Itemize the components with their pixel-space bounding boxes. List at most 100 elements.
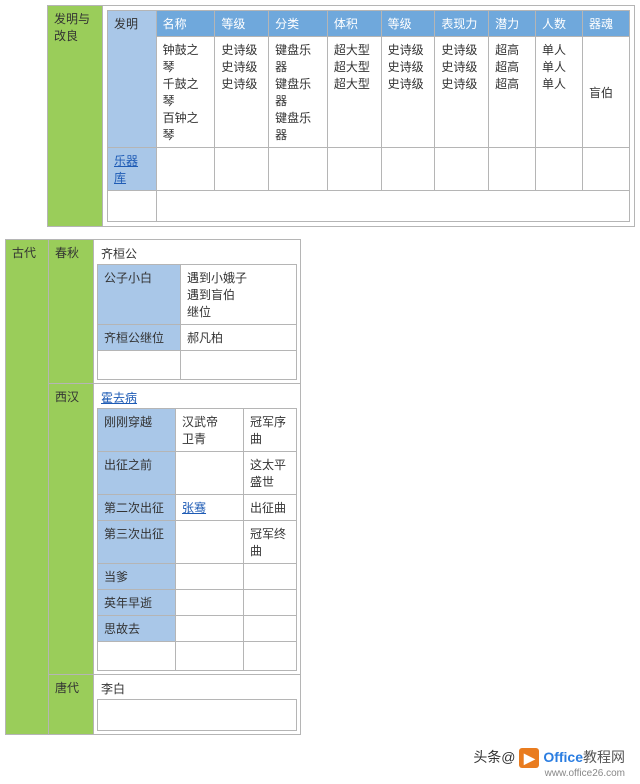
empty (381, 148, 435, 191)
chunqiu-table: 公子小白 遇到小娥子 遇到盲伯 继位 齐桓公继位 郝凡柏 (97, 264, 297, 380)
col-potential: 潜力 (489, 11, 536, 37)
empty (156, 148, 215, 191)
gongzi-label: 公子小白 (98, 265, 181, 325)
r3-pot: 超高 (495, 77, 519, 91)
r3-ex: 史诗级 (441, 77, 477, 91)
footer-brand1: Office (543, 749, 583, 765)
empty (435, 148, 489, 191)
event1: 遇到小娥子 (187, 271, 247, 285)
r3-pe: 单人 (542, 77, 566, 91)
chunqiu-title: 齐桓公 (97, 243, 297, 264)
xh-r4-c2 (176, 521, 244, 564)
col-category: 分类 (269, 11, 328, 37)
tangdai-label: 唐代 (49, 675, 94, 735)
r1-g2: 史诗级 (388, 43, 424, 57)
col-name: 名称 (156, 11, 215, 37)
xh-r1-c2: 汉武帝 卫青 (176, 409, 244, 452)
r2-pot: 超高 (495, 60, 519, 74)
col-people: 人数 (536, 11, 583, 37)
empty (176, 642, 244, 671)
footer-prefix: 头条@ (473, 749, 515, 765)
r1-pe: 单人 (542, 43, 566, 57)
xh-r7-c1: 思故去 (98, 616, 176, 642)
xh-r6-c1: 英年早逝 (98, 590, 176, 616)
instrument-library-link-cell: 乐器库 (108, 148, 157, 191)
r1-grade: 史诗级 (221, 43, 257, 57)
cell-grade2: 史诗级 史诗级 史诗级 (381, 37, 435, 148)
zhangqian-link[interactable]: 张骞 (182, 501, 206, 515)
footer-url: www.office26.com (5, 768, 625, 779)
ancient-section: 古代 春秋 齐桓公 公子小白 遇到小娥子 遇到盲伯 继位 齐桓公继位 郝凡柏 (5, 239, 301, 735)
empty (181, 351, 297, 380)
invention-content-cell: 发明 名称 等级 分类 体积 等级 表现力 潜力 人数 器魂 钟鼓之琴 千鼓之琴… (103, 6, 635, 227)
xihan-content: 霍去病 刚刚穿越 汉武帝 卫青 冠军序曲 出征之前 这太平盛世 第二次出征 张骞… (94, 384, 301, 675)
xh-r2-c1: 出征之前 (98, 452, 176, 495)
cell-r1c1: 钟鼓之琴 千鼓之琴 百钟之琴 (156, 37, 215, 148)
r3-cat: 键盘乐器 (275, 111, 311, 142)
event2: 遇到盲伯 (187, 288, 235, 302)
col-express: 表现力 (435, 11, 489, 37)
cell-people: 单人 单人 单人 (536, 37, 583, 148)
tangdai-table (97, 699, 297, 731)
r2-soul: 盲伯 (589, 86, 613, 100)
event3: 继位 (187, 305, 211, 319)
empty (582, 148, 629, 191)
empty (536, 148, 583, 191)
empty (327, 148, 381, 191)
huoqubing-link[interactable]: 霍去病 (101, 391, 137, 405)
xh-r6-c3 (244, 590, 297, 616)
r3-grade: 史诗级 (221, 77, 257, 91)
r3-g2: 史诗级 (388, 77, 424, 91)
chunqiu-content: 齐桓公 公子小白 遇到小娥子 遇到盲伯 继位 齐桓公继位 郝凡柏 (94, 240, 301, 384)
xh-r3-c2: 张骞 (176, 495, 244, 521)
cell-express: 史诗级 史诗级 史诗级 (435, 37, 489, 148)
xh-r3-c1: 第二次出征 (98, 495, 176, 521)
r3-name: 百钟之琴 (163, 111, 199, 142)
invention-label: 发明 (108, 11, 157, 148)
cell-soul: 盲伯 (582, 37, 629, 148)
col-grade2: 等级 (381, 11, 435, 37)
r2-pe: 单人 (542, 60, 566, 74)
tangdai-content: 李白 (94, 675, 301, 735)
empty (98, 700, 297, 731)
cell-pot: 超高 超高 超高 (489, 37, 536, 148)
r2-cat: 键盘乐器 (275, 77, 311, 108)
xh-r2-c2 (176, 452, 244, 495)
instrument-library-link[interactable]: 乐器库 (114, 154, 138, 185)
xh-r4-c1: 第三次出征 (98, 521, 176, 564)
r2-vol: 超大型 (334, 60, 370, 74)
empty (215, 148, 269, 191)
section-label-invention: 发明与改良 (48, 6, 103, 227)
r1-ex: 史诗级 (441, 43, 477, 57)
footer-brand2: 教程网 (583, 749, 625, 765)
xihan-label: 西汉 (49, 384, 94, 675)
empty (489, 148, 536, 191)
col-grade: 等级 (215, 11, 269, 37)
office-icon: ▶ (519, 748, 539, 768)
r1-pot: 超高 (495, 43, 519, 57)
xh-r1-c3: 冠军序曲 (244, 409, 297, 452)
xh-r4-c3: 冠军终曲 (244, 521, 297, 564)
jiwei-value: 郝凡柏 (181, 325, 297, 351)
invention-header-row: 发明 名称 等级 分类 体积 等级 表现力 潜力 人数 器魂 钟鼓之琴 千鼓之琴… (107, 10, 630, 222)
empty (244, 642, 297, 671)
xh-r6-c2 (176, 590, 244, 616)
gudai-label: 古代 (6, 240, 49, 735)
r2-name: 千鼓之琴 (163, 77, 199, 108)
xh-r3-c3: 出征曲 (244, 495, 297, 521)
xh-r7-c2 (176, 616, 244, 642)
xihan-table: 刚刚穿越 汉武帝 卫青 冠军序曲 出征之前 这太平盛世 第二次出征 张骞 出征曲… (97, 408, 297, 671)
xh-r2-c3: 这太平盛世 (244, 452, 297, 495)
chunqiu-label: 春秋 (49, 240, 94, 384)
r3-vol: 超大型 (334, 77, 370, 91)
empty (98, 642, 176, 671)
r2-grade: 史诗级 (221, 60, 257, 74)
xh-r1-c1: 刚刚穿越 (98, 409, 176, 452)
col-volume: 体积 (327, 11, 381, 37)
xh-r5-c1: 当爹 (98, 564, 176, 590)
invention-section: 发明与改良 发明 名称 等级 分类 体积 等级 表现力 潜力 人数 器魂 钟鼓之… (5, 5, 635, 227)
empty-invention-span (156, 191, 629, 222)
r2-ex: 史诗级 (441, 60, 477, 74)
empty (269, 148, 328, 191)
r2-g2: 史诗级 (388, 60, 424, 74)
